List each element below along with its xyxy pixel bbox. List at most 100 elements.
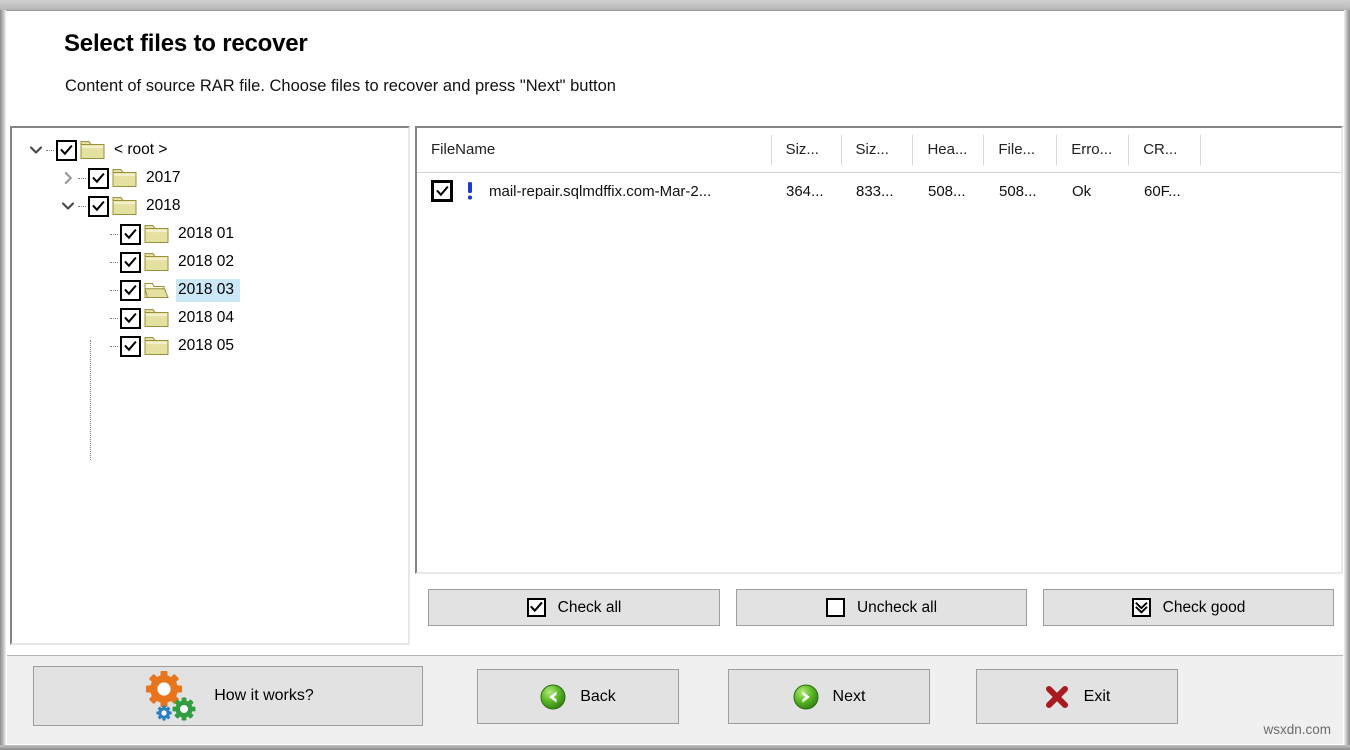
tree-dot-connector <box>110 248 120 276</box>
tree-item-checkbox[interactable] <box>88 167 109 189</box>
tree-item[interactable]: 2018 05 <box>12 332 408 360</box>
folder-closed-icon <box>112 196 137 216</box>
chevron-down-icon[interactable] <box>26 136 46 164</box>
watermark: wsxdn.com <box>1263 722 1331 737</box>
check-good-button[interactable]: Check good <box>1043 589 1334 626</box>
chevron-right-icon[interactable] <box>58 164 78 192</box>
window-titlebar <box>0 0 1350 11</box>
file-list-header: FileName Siz... Siz... Hea... File... Erro...… <box>417 128 1341 173</box>
tree-item-checkbox[interactable] <box>120 251 141 273</box>
file-crc-cell: 60F... <box>1144 182 1181 200</box>
column-header-error[interactable]: Erro... <box>1057 135 1130 165</box>
folder-tree-panel[interactable]: < root > 2017 2018 2018 01 2018 02 2018 03 201… <box>10 126 410 645</box>
gears-icon <box>142 670 200 722</box>
column-header-size1[interactable]: Siz... <box>772 135 842 165</box>
uncheck-all-button[interactable]: Uncheck all <box>736 589 1027 626</box>
window-bottom-edge <box>0 745 1350 750</box>
tree-item-label: 2018 01 <box>178 224 235 242</box>
tree-item-checkbox[interactable] <box>120 335 141 357</box>
tree-dot-connector <box>46 136 56 164</box>
file-error-cell: Ok <box>1072 182 1092 200</box>
folder-tree[interactable]: < root > 2017 2018 2018 01 2018 02 2018 03 201… <box>12 128 408 460</box>
tree-dot-connector <box>110 220 120 248</box>
folder-closed-icon <box>144 224 169 244</box>
check-all-label: Check all <box>557 598 622 616</box>
tree-item-checkbox[interactable] <box>56 139 77 161</box>
column-header-file[interactable]: File... <box>984 135 1058 165</box>
tree-item-checkbox[interactable] <box>120 223 141 245</box>
file-size2-cell: 833... <box>856 182 894 200</box>
arrow-left-circle-icon <box>540 684 566 710</box>
x-mark-icon <box>1044 684 1070 710</box>
uncheck-all-label: Uncheck all <box>856 598 938 616</box>
tree-dot-connector <box>78 164 88 192</box>
bottom-action-bar: How it works? Back Next Exit wsxdn.com <box>7 655 1343 744</box>
file-file-cell: 508... <box>999 182 1037 200</box>
page-subtitle: Content of source RAR file. Choose files… <box>65 77 616 95</box>
tree-item[interactable]: < root > <box>12 136 408 164</box>
file-list-body[interactable]: mail-repair.sqlmdffix.com-Mar-2... 364...… <box>417 173 1341 209</box>
chevron-down-icon[interactable] <box>58 192 78 220</box>
tree-item-checkbox[interactable] <box>120 279 141 301</box>
tree-dot-connector <box>78 192 88 220</box>
folder-closed-icon <box>144 252 169 272</box>
column-header-name[interactable]: FileName <box>417 135 772 165</box>
tree-item[interactable]: 2018 <box>12 192 408 220</box>
tree-item[interactable]: 2018 03 <box>12 276 408 304</box>
checkbox-empty-icon <box>825 598 845 617</box>
checkbox-double-check-icon <box>1131 598 1151 617</box>
file-row-checkbox[interactable] <box>431 180 453 202</box>
file-size1-cell: 364... <box>786 182 824 200</box>
file-name-text: mail-repair.sqlmdffix.com-Mar-2... <box>489 182 712 200</box>
tree-item-label: 2017 <box>146 168 181 186</box>
column-header-crc[interactable]: CR... <box>1129 135 1202 165</box>
folder-open-icon <box>144 280 169 300</box>
exclamation-icon <box>465 181 475 201</box>
column-header-size2[interactable]: Siz... <box>842 135 914 165</box>
tree-item-label: 2018 05 <box>178 336 235 354</box>
tree-dot-connector <box>110 304 120 332</box>
file-list-row[interactable]: mail-repair.sqlmdffix.com-Mar-2... 364...… <box>417 173 1341 209</box>
header-area: Select files to recover Content of sourc… <box>7 11 1343 121</box>
tree-item[interactable]: 2018 01 <box>12 220 408 248</box>
folder-closed-icon <box>144 336 169 356</box>
next-button[interactable]: Next <box>728 669 930 724</box>
tree-item[interactable]: 2018 02 <box>12 248 408 276</box>
back-button[interactable]: Back <box>477 669 679 724</box>
tree-item-label: < root > <box>114 140 168 158</box>
arrow-right-circle-icon <box>793 684 819 710</box>
check-good-label: Check good <box>1162 598 1246 616</box>
tree-item-checkbox[interactable] <box>88 195 109 217</box>
checkbox-checked-icon <box>526 598 546 617</box>
tree-dot-connector <box>110 332 120 360</box>
file-list-panel[interactable]: FileName Siz... Siz... Hea... File... Erro...… <box>415 126 1343 574</box>
folder-closed-icon <box>144 308 169 328</box>
check-all-button[interactable]: Check all <box>428 589 720 626</box>
tree-item-label: 2018 02 <box>178 252 235 270</box>
exit-label: Exit <box>1083 687 1111 705</box>
how-it-works-label: How it works? <box>214 687 314 704</box>
window-left-edge <box>0 10 6 750</box>
tree-item[interactable]: 2018 04 <box>12 304 408 332</box>
tree-item-label: 2018 04 <box>178 308 235 326</box>
file-name-cell[interactable]: mail-repair.sqlmdffix.com-Mar-2... <box>417 180 772 202</box>
column-header-spacer <box>1201 135 1341 165</box>
exit-button[interactable]: Exit <box>976 669 1178 724</box>
column-header-head[interactable]: Hea... <box>913 135 985 165</box>
application-window: Select files to recover Content of sourc… <box>0 0 1350 750</box>
window-right-edge <box>1344 10 1350 750</box>
tree-item-checkbox[interactable] <box>120 307 141 329</box>
tree-item-label: 2018 03 <box>176 278 241 302</box>
tree-item[interactable]: 2017 <box>12 164 408 192</box>
how-it-works-button[interactable]: How it works? <box>33 666 423 726</box>
back-label: Back <box>580 687 616 705</box>
page-title: Select files to recover <box>64 30 308 57</box>
file-head-cell: 508... <box>928 182 966 200</box>
next-label: Next <box>832 687 866 705</box>
folder-closed-icon <box>80 140 105 160</box>
